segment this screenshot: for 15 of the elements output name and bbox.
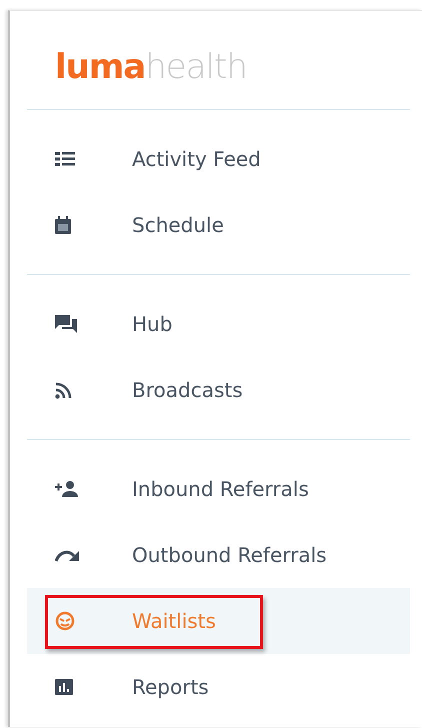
calendar-icon: [55, 216, 71, 234]
chat-icon: [55, 315, 77, 333]
face-icon: [55, 611, 75, 631]
list-icon: [55, 152, 75, 166]
curved-arrow-icon: [55, 548, 79, 562]
nav-item[interactable]: Outbound Referrals: [27, 522, 410, 588]
nav-item[interactable]: Broadcasts: [27, 357, 410, 423]
rss-icon: [55, 382, 72, 398]
nav-item[interactable]: Reports: [27, 654, 410, 720]
nav-item[interactable]: Schedule: [27, 192, 410, 258]
add-person-icon: [55, 481, 79, 497]
nav-item[interactable]: Activity Feed: [27, 126, 410, 192]
nav-item[interactable]: Inbound Referrals: [27, 456, 410, 522]
bar-chart-icon: [55, 679, 73, 695]
nav-item[interactable]: Hub: [27, 291, 410, 357]
